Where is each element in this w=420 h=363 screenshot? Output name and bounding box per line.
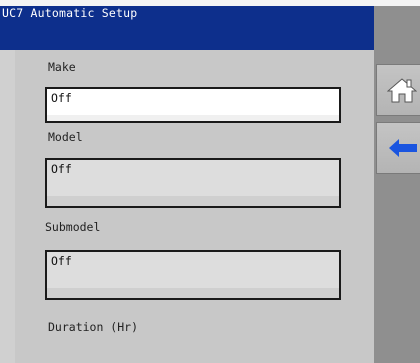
title-bar: UC7 Automatic Setup: [0, 6, 374, 50]
back-arrow-icon: [387, 137, 417, 159]
make-label: Make: [48, 60, 76, 74]
sidebar: [374, 6, 420, 363]
submodel-field[interactable]: Off: [45, 250, 341, 300]
duration-label: Duration (Hr): [48, 320, 139, 334]
make-field[interactable]: Off: [45, 87, 341, 123]
submodel-label: Submodel: [45, 220, 101, 234]
back-button[interactable]: [376, 122, 420, 174]
window-title: UC7 Automatic Setup: [2, 6, 138, 20]
model-label: Model: [48, 130, 83, 144]
home-icon: [387, 77, 417, 103]
model-field[interactable]: Off: [45, 158, 341, 208]
home-button[interactable]: [376, 64, 420, 116]
setup-panel: Make Off Model Off Submodel Off Duration…: [15, 50, 374, 363]
